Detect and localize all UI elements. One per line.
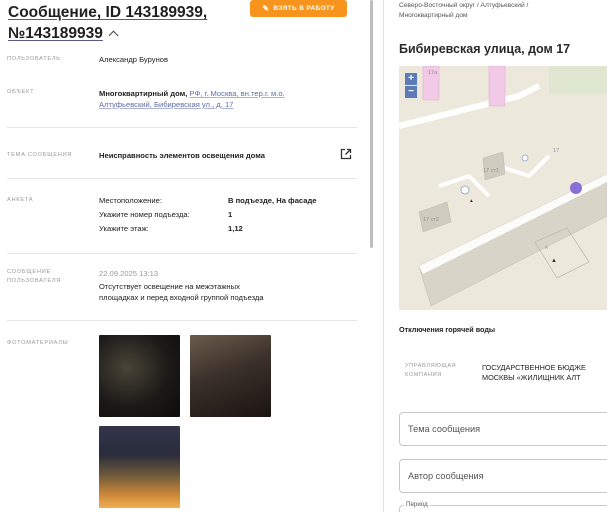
user-message-line-2: площадках и перед входной группой подъез…: [99, 293, 264, 302]
breadcrumb: Северо-Восточный округ / Алтуфьевский / …: [399, 1, 599, 21]
object-address-link-1[interactable]: РФ, г. Москва, вн.тер.г. м.о.: [189, 89, 284, 98]
object-label: ОБЪЕКТ: [7, 89, 35, 95]
user-message-text: Отсутствует освещение на межэтажных площ…: [99, 281, 264, 303]
chevron-up-icon[interactable]: [108, 30, 119, 41]
breadcrumb-line-2[interactable]: Многоквартирный дом: [399, 12, 468, 19]
message-panel: Сообщение, ID 143189939, №143189939 ✎ ВЗ…: [0, 0, 374, 512]
map-zoom-control: + −: [405, 73, 417, 98]
map-canvas: ▴ ▲ 17а 17 ст1 17 ст2 17 д: [399, 66, 607, 310]
divider: [7, 253, 357, 254]
user-message-label-2: ПОЛЬЗОВАТЕЛЯ: [7, 278, 62, 284]
user-value: Александр Бурунов: [99, 55, 169, 64]
photo-thumbnail[interactable]: [190, 335, 271, 417]
management-company-line-2: МОСКВЫ «ЖИЛИЩНИК АЛТ: [482, 373, 581, 382]
message-title-prefix: Сообщение, ID 143189939,: [8, 4, 208, 21]
period-label: Период: [404, 501, 430, 508]
user-message-line-1: Отсутствует освещение на межэтажных: [99, 282, 240, 291]
breadcrumb-line-1[interactable]: Северо-Восточный округ / Алтуфьевский /: [399, 2, 528, 9]
period-filter-input[interactable]: [399, 505, 607, 512]
photos-label: ФОТОМАТЕРИАЛЫ: [7, 340, 69, 346]
map-label: 17 ст2: [423, 217, 439, 223]
user-message-label-1: СООБЩЕНИЕ: [7, 269, 51, 275]
anketa-value: В подъезде, На фасаде: [228, 196, 317, 205]
anketa-key: Местоположение:: [99, 196, 162, 205]
take-in-work-button[interactable]: ✎ ВЗЯТЬ В РАБОТУ: [250, 0, 347, 17]
anketa-key: Укажите этаж:: [99, 224, 149, 233]
management-company-label: УПРАВЛЯЮЩАЯ КОМПАНИЯ: [405, 362, 475, 380]
anketa-label: АНКЕТА: [7, 197, 34, 203]
object-type: Многоквартирный дом,: [99, 89, 188, 98]
management-company-label-2: КОМПАНИЯ: [405, 372, 442, 378]
user-message-date: 22.09.2025 13:13: [99, 269, 159, 278]
author-filter-input[interactable]: Автор сообщения: [399, 459, 607, 493]
photo-thumbnail[interactable]: [99, 335, 180, 417]
topic-filter-input[interactable]: Тема сообщения: [399, 412, 607, 446]
object-value: Многоквартирный дом, РФ, г. Москва, вн.т…: [99, 88, 285, 110]
external-link-icon[interactable]: [340, 148, 352, 160]
anketa-key: Укажите номер подъезда:: [99, 210, 190, 219]
topic-filter-placeholder: Тема сообщения: [408, 424, 481, 434]
message-title[interactable]: Сообщение, ID 143189939, №143189939: [8, 2, 218, 44]
object-panel: Северо-Восточный округ / Алтуфьевский / …: [384, 0, 607, 512]
address-title: Бибиревская улица, дом 17: [399, 42, 571, 56]
anketa-value: 1: [228, 210, 233, 219]
scrollbar[interactable]: [370, 0, 373, 248]
svg-text:▴: ▴: [470, 198, 473, 204]
topic-value: Неисправность элементов освещения дома: [99, 151, 265, 160]
management-company-label-1: УПРАВЛЯЮЩАЯ: [405, 363, 457, 369]
zoom-in-button[interactable]: +: [405, 73, 417, 85]
object-address-link-2[interactable]: Алтуфьевский, Бибиревская ул., д. 17: [99, 100, 233, 109]
map[interactable]: ▴ ▲ 17а 17 ст1 17 ст2 17 д + −: [399, 66, 607, 310]
map-label: 17: [553, 148, 559, 154]
pencil-icon: ✎: [262, 4, 270, 13]
message-title-number: №143189939: [8, 25, 103, 42]
management-company-line-1: ГОСУДАРСТВЕННОЕ БЮДЖЕ: [482, 363, 586, 372]
take-in-work-label: ВЗЯТЬ В РАБОТУ: [273, 5, 335, 12]
anketa-value: 1,12: [228, 224, 243, 233]
divider: [7, 127, 357, 128]
zoom-out-button[interactable]: −: [405, 86, 417, 98]
divider: [7, 178, 357, 179]
map-label: д: [545, 244, 548, 249]
photo-thumbnail[interactable]: [99, 426, 180, 508]
user-message-label: СООБЩЕНИЕ ПОЛЬЗОВАТЕЛЯ: [7, 268, 61, 286]
divider: [7, 320, 357, 321]
topic-label: ТЕМА СООБЩЕНИЯ: [7, 152, 73, 158]
map-label: 17 ст1: [483, 168, 499, 174]
svg-text:▲: ▲: [551, 258, 557, 264]
hot-water-outage-link[interactable]: Отключения горячей воды: [399, 325, 495, 334]
management-company-value: ГОСУДАРСТВЕННОЕ БЮДЖЕ МОСКВЫ «ЖИЛИЩНИК А…: [482, 363, 607, 383]
map-label: 17а: [428, 70, 438, 76]
user-label: ПОЛЬЗОВАТЕЛЬ: [7, 56, 61, 62]
author-filter-placeholder: Автор сообщения: [408, 471, 484, 481]
